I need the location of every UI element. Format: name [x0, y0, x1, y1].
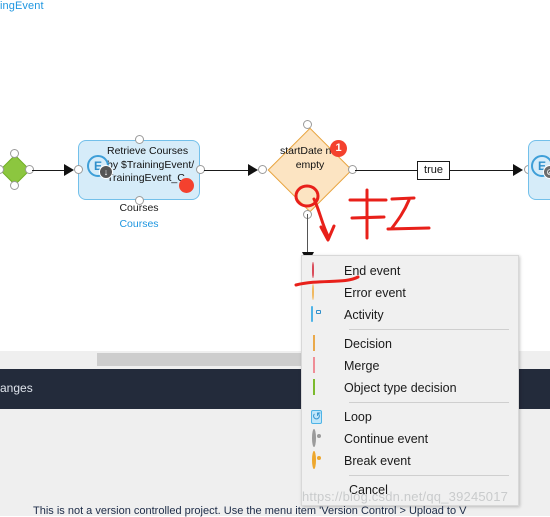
menu-item-loop[interactable]: ↺ Loop — [302, 406, 518, 428]
connector-activity-to-decision — [204, 170, 252, 171]
menu-item-end-event[interactable]: End event — [302, 260, 518, 282]
menu-item-object-type-decision-label: Object type decision — [344, 381, 457, 395]
menu-item-merge-label: Merge — [344, 359, 380, 373]
arrow-start-to-activity — [64, 164, 74, 176]
open-circle-orange-icon — [311, 284, 327, 301]
watermark-text: https://blog.csdn.net/qq_39245017 — [302, 489, 509, 504]
diamond-pink-icon — [311, 357, 327, 374]
connector-true-to-end — [450, 170, 518, 171]
diamond-orange-icon — [311, 335, 327, 352]
menu-item-activity[interactable]: Activity — [302, 304, 518, 326]
menu-item-break-event-label: Break event — [344, 454, 411, 468]
menu-item-break-event[interactable]: Break event — [302, 450, 518, 472]
arrow-true-to-end — [513, 164, 523, 176]
activity-node-label: Courses — [119, 202, 159, 214]
menu-item-activity-label: Activity — [344, 308, 384, 322]
ring-orange-icon — [311, 451, 327, 469]
end-activity-disabled-badge-icon: ⊘ — [543, 165, 550, 179]
activity-square-icon — [311, 306, 327, 323]
end-activity-node[interactable]: E ⊘ — [528, 140, 550, 200]
menu-item-error-event-label: Error event — [344, 286, 406, 300]
menu-item-continue-event[interactable]: Continue event — [302, 428, 518, 450]
connector-decision-downward — [307, 214, 308, 256]
condition-label-true[interactable]: true — [417, 161, 450, 180]
arrow-activity-to-decision — [248, 164, 258, 176]
menu-item-end-event-label: End event — [344, 264, 401, 278]
download-badge-icon: ↓ — [99, 165, 113, 179]
menu-separator-1 — [349, 329, 509, 330]
port-decision-top[interactable] — [303, 120, 312, 129]
activity-error-marker-icon — [179, 178, 194, 193]
version-control-message: This is not a version controlled project… — [33, 505, 467, 517]
activity-node-sublabel[interactable]: Courses — [99, 218, 179, 230]
panel-header-title: anges — [0, 381, 33, 395]
port-activity-top[interactable] — [135, 135, 144, 144]
loop-refresh-icon: ↺ — [311, 410, 323, 424]
menu-separator-3 — [349, 475, 509, 476]
connector-decision-to-true — [355, 170, 417, 171]
ring-gray-icon — [311, 429, 327, 447]
menu-item-loop-label: Loop — [344, 410, 372, 424]
port-decision-left[interactable] — [258, 165, 267, 174]
activity-node-retrieve-courses[interactable]: Retrieve Courses by $TrainingEvent/Train… — [78, 140, 200, 200]
menu-item-error-event[interactable]: Error event — [302, 282, 518, 304]
menu-separator-2 — [349, 402, 509, 403]
menu-item-decision[interactable]: Decision — [302, 333, 518, 355]
connector-start-to-activity — [32, 170, 68, 171]
breadcrumb-tab-label[interactable]: ingEvent — [0, 0, 44, 12]
menu-item-merge[interactable]: Merge — [302, 355, 518, 377]
port-start-bottom[interactable] — [10, 181, 19, 190]
menu-item-decision-label: Decision — [344, 337, 392, 351]
context-menu[interactable]: End event Error event Activity Decision … — [301, 255, 519, 506]
menu-item-continue-event-label: Continue event — [344, 432, 429, 446]
port-activity-left[interactable] — [74, 165, 83, 174]
menu-item-object-type-decision[interactable]: Object type decision — [302, 377, 518, 399]
decision-error-badge: 1 — [330, 140, 347, 157]
filled-circle-red-icon — [311, 262, 327, 279]
port-start-top[interactable] — [10, 149, 19, 158]
diamond-green-icon — [311, 379, 327, 396]
